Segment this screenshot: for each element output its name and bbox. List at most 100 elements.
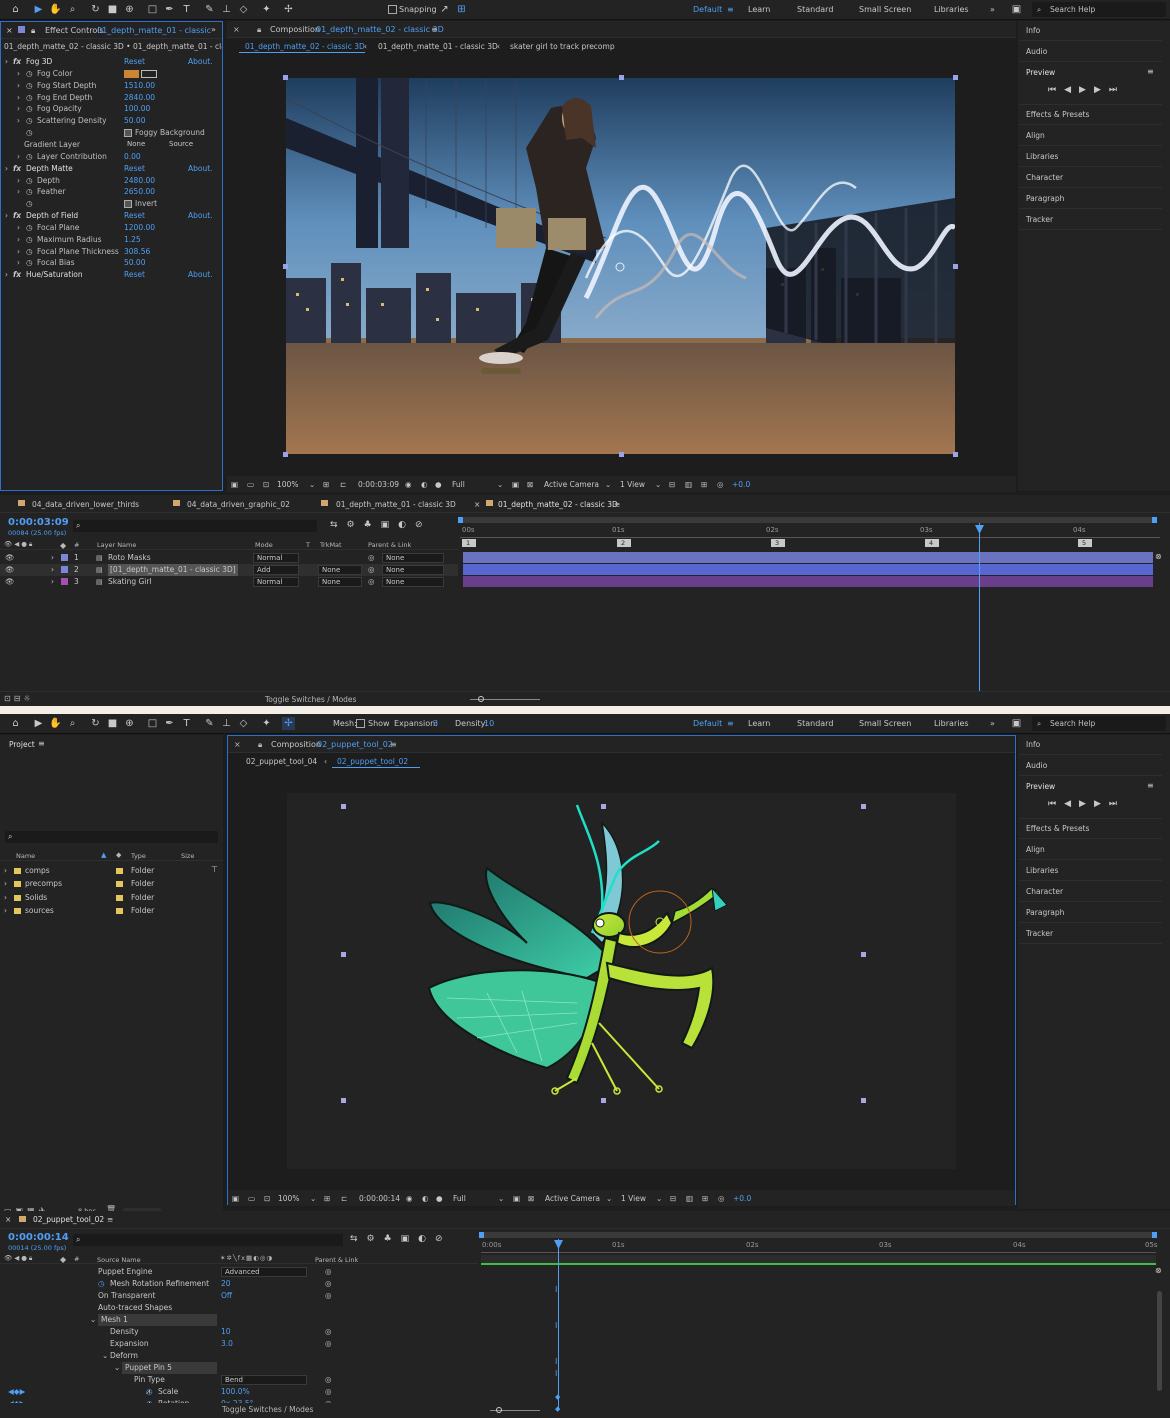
current-timecode[interactable]: 0:00:00:14: [8, 1232, 69, 1243]
project-folder-row[interactable]: › Solids Folder: [0, 892, 223, 904]
viewer-timecode[interactable]: 0:00:03:09: [358, 480, 399, 489]
rotate-tool-icon[interactable]: ↻: [89, 3, 102, 16]
transform-handle[interactable]: [953, 264, 958, 269]
stopwatch-icon[interactable]: ◷: [26, 175, 33, 187]
zoom-tool-icon[interactable]: ⌕: [66, 3, 79, 16]
property-value[interactable]: 0.00: [124, 151, 141, 163]
layer-name[interactable]: Skating Girl: [108, 576, 152, 588]
toggle-switches-modes[interactable]: Toggle Switches / Modes: [265, 695, 356, 704]
grid-icon[interactable]: ⊞: [324, 1194, 330, 1203]
home-icon[interactable]: ⌂: [9, 3, 22, 16]
effects-presets-tab[interactable]: Effects & Presets: [1026, 110, 1089, 119]
visibility-eye-icon[interactable]: 👁︎: [5, 564, 15, 576]
effect-header-row[interactable]: › fx Depth of Field Reset About.: [1, 210, 223, 222]
align-tab[interactable]: Align: [1026, 845, 1045, 854]
channel-icon[interactable]: ●: [436, 1194, 443, 1203]
resolution-dropdown[interactable]: Full: [452, 480, 465, 489]
layer-search-input[interactable]: ⌕: [73, 1234, 343, 1246]
camera-dropdown[interactable]: Active Camera: [545, 1194, 600, 1203]
reset-link[interactable]: Reset: [124, 163, 145, 175]
monitor-icon[interactable]: ▭: [248, 1194, 255, 1203]
label-color-swatch[interactable]: [116, 907, 123, 914]
workspace-default[interactable]: Default: [693, 719, 722, 728]
panel-menu-icon[interactable]: ≡: [431, 25, 438, 34]
zoom-slider-thumb[interactable]: [496, 1407, 502, 1413]
clone-stamp-tool-icon[interactable]: ⊥: [220, 3, 233, 16]
more-workspaces-icon[interactable]: »: [990, 719, 995, 728]
type-tool-icon[interactable]: T: [180, 3, 193, 16]
mask-view-icon[interactable]: ⊡: [264, 1194, 270, 1203]
property-value[interactable]: 2840.00: [124, 92, 155, 104]
puppet-tool-icon[interactable]: ✢: [282, 717, 295, 730]
flowchart-icon[interactable]: ⊤: [211, 865, 218, 874]
work-area-start-handle[interactable]: [458, 517, 463, 523]
workspace-learn[interactable]: Learn: [748, 719, 770, 728]
transform-handle[interactable]: [861, 804, 866, 809]
stopwatch-icon[interactable]: ◷: [26, 222, 33, 234]
pan-behind-tool-icon[interactable]: ⊕: [123, 3, 136, 16]
work-area-bar[interactable]: [481, 1232, 1156, 1238]
flowchart-icon[interactable]: ⊞: [702, 1194, 708, 1203]
keyframe-nav-icon[interactable]: ◀◆▶: [8, 1386, 25, 1398]
keyframe-icon[interactable]: I: [555, 1357, 561, 1366]
panel-menu-icon[interactable]: ≡: [107, 1215, 113, 1224]
share-icon[interactable]: ▣: [1010, 717, 1023, 730]
pen-tool-icon[interactable]: ✒: [163, 717, 176, 730]
comp-tab-active[interactable]: 02_puppet_tool_02: [332, 755, 420, 768]
views-dropdown[interactable]: 1 View: [621, 1194, 646, 1203]
libraries-tab[interactable]: Libraries: [1026, 866, 1058, 875]
parent-dropdown[interactable]: None: [382, 577, 444, 587]
effect-property-row[interactable]: › ◷ Maximum Radius 1.25: [1, 234, 223, 246]
transform-handle[interactable]: [283, 452, 288, 457]
rotate-tool-icon[interactable]: ↻: [89, 717, 102, 730]
expand-arrow-icon[interactable]: ›: [17, 234, 20, 246]
marker-4[interactable]: 4: [925, 539, 939, 547]
selection-tool-icon[interactable]: ▶: [32, 717, 45, 730]
col-type[interactable]: Type: [131, 852, 146, 860]
property-row[interactable]: ⌄ Puppet Pin 5: [0, 1362, 478, 1374]
layer-row[interactable]: 👁︎ › 3 ▤ Skating Girl Normal None ◎ None: [0, 576, 458, 588]
label-color-swatch[interactable]: [116, 894, 123, 901]
layer-row[interactable]: 👁︎ › 2 ▤ [01_depth_matte_01 - classic 3D] Add…: [0, 564, 458, 576]
effect-property-row[interactable]: Gradient Layer None Source: [1, 139, 223, 151]
property-row[interactable]: Auto-traced Shapes: [0, 1302, 478, 1314]
expand-arrow-icon[interactable]: ›: [51, 552, 54, 564]
source-dropdown[interactable]: Source: [166, 140, 206, 150]
expression-pickwhip-icon[interactable]: ◎: [325, 1290, 332, 1302]
preview-controls[interactable]: ⏮◀▶▶⏭: [1048, 799, 1125, 809]
show-snapshot-icon[interactable]: ◐: [421, 480, 428, 489]
grid-icon[interactable]: ⊞: [323, 480, 329, 489]
workspace-standard[interactable]: Standard: [797, 5, 833, 14]
search-help[interactable]: ⌕ Search Help: [1032, 2, 1166, 17]
label-color-swatch[interactable]: [61, 554, 68, 561]
expression-pickwhip-icon[interactable]: ◎: [325, 1278, 332, 1290]
stopwatch-icon[interactable]: ◷: [26, 234, 33, 246]
effect-property-row[interactable]: › ◷ Fog Color: [1, 68, 223, 80]
parent-dropdown[interactable]: None: [382, 565, 444, 575]
density-value[interactable]: 10: [484, 719, 494, 728]
effect-property-row[interactable]: › ◷ Fog Opacity 100.00: [1, 103, 223, 115]
property-row[interactable]: Expansion 3.0 ◎: [0, 1338, 478, 1350]
3d-draft-icon[interactable]: ▥: [686, 1194, 693, 1203]
monitor-icon[interactable]: ▭: [247, 480, 254, 489]
effect-property-row[interactable]: › ◷ Fog Start Depth 1510.00: [1, 80, 223, 92]
footer-icons[interactable]: ⊡⊟☼: [4, 694, 34, 703]
expand-arrow-icon[interactable]: ›: [5, 210, 8, 222]
property-value[interactable]: 1510.00: [124, 80, 155, 92]
workspace-small-screen[interactable]: Small Screen: [859, 719, 911, 728]
eyedropper-icon[interactable]: [141, 69, 157, 78]
folder-name[interactable]: comps: [25, 865, 50, 877]
mode-dropdown[interactable]: Add: [253, 565, 299, 575]
timeline-tab[interactable]: 04_data_driven_lower_thirds: [32, 500, 139, 509]
stopwatch-icon[interactable]: ◷: [26, 92, 33, 104]
character-tab[interactable]: Character: [1026, 173, 1063, 182]
mask-view-icon[interactable]: ⊡: [263, 480, 269, 489]
folder-name[interactable]: sources: [25, 905, 54, 917]
marker-5[interactable]: 5: [1078, 539, 1092, 547]
timeline-tab[interactable]: 01_depth_matte_01 - classic 3D: [336, 500, 456, 509]
effect-header-row[interactable]: › fx Hue/Saturation Reset About.: [1, 269, 223, 281]
reset-exposure-icon[interactable]: ◎: [718, 1194, 725, 1203]
effect-header-row[interactable]: › fx Depth Matte Reset About.: [1, 163, 223, 175]
about-link[interactable]: About.: [188, 269, 213, 281]
property-row[interactable]: Puppet Engine Advanced ◎: [0, 1266, 478, 1278]
